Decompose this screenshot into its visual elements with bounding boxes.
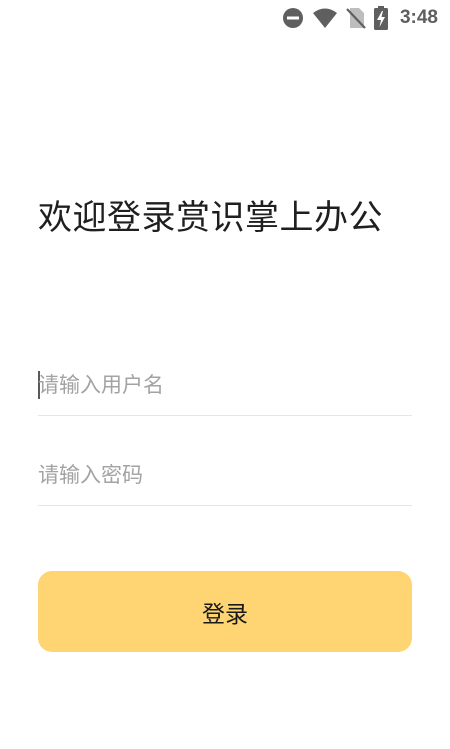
do-not-disturb-icon [282,7,304,29]
username-field[interactable] [38,356,412,416]
page-title: 欢迎登录赏识掌上办公 [38,198,383,238]
status-time: 3:48 [399,7,438,28]
battery-charging-icon [373,6,388,30]
username-input[interactable] [38,356,412,414]
wifi-icon [312,7,338,29]
status-bar: 3:48 [0,0,450,36]
password-field[interactable] [38,446,412,506]
login-button[interactable]: 登录 [38,571,412,652]
no-sim-icon [346,7,366,29]
login-screen: 3:48 欢迎登录赏识掌上办公 登录 [0,0,450,749]
password-input[interactable] [38,446,412,504]
